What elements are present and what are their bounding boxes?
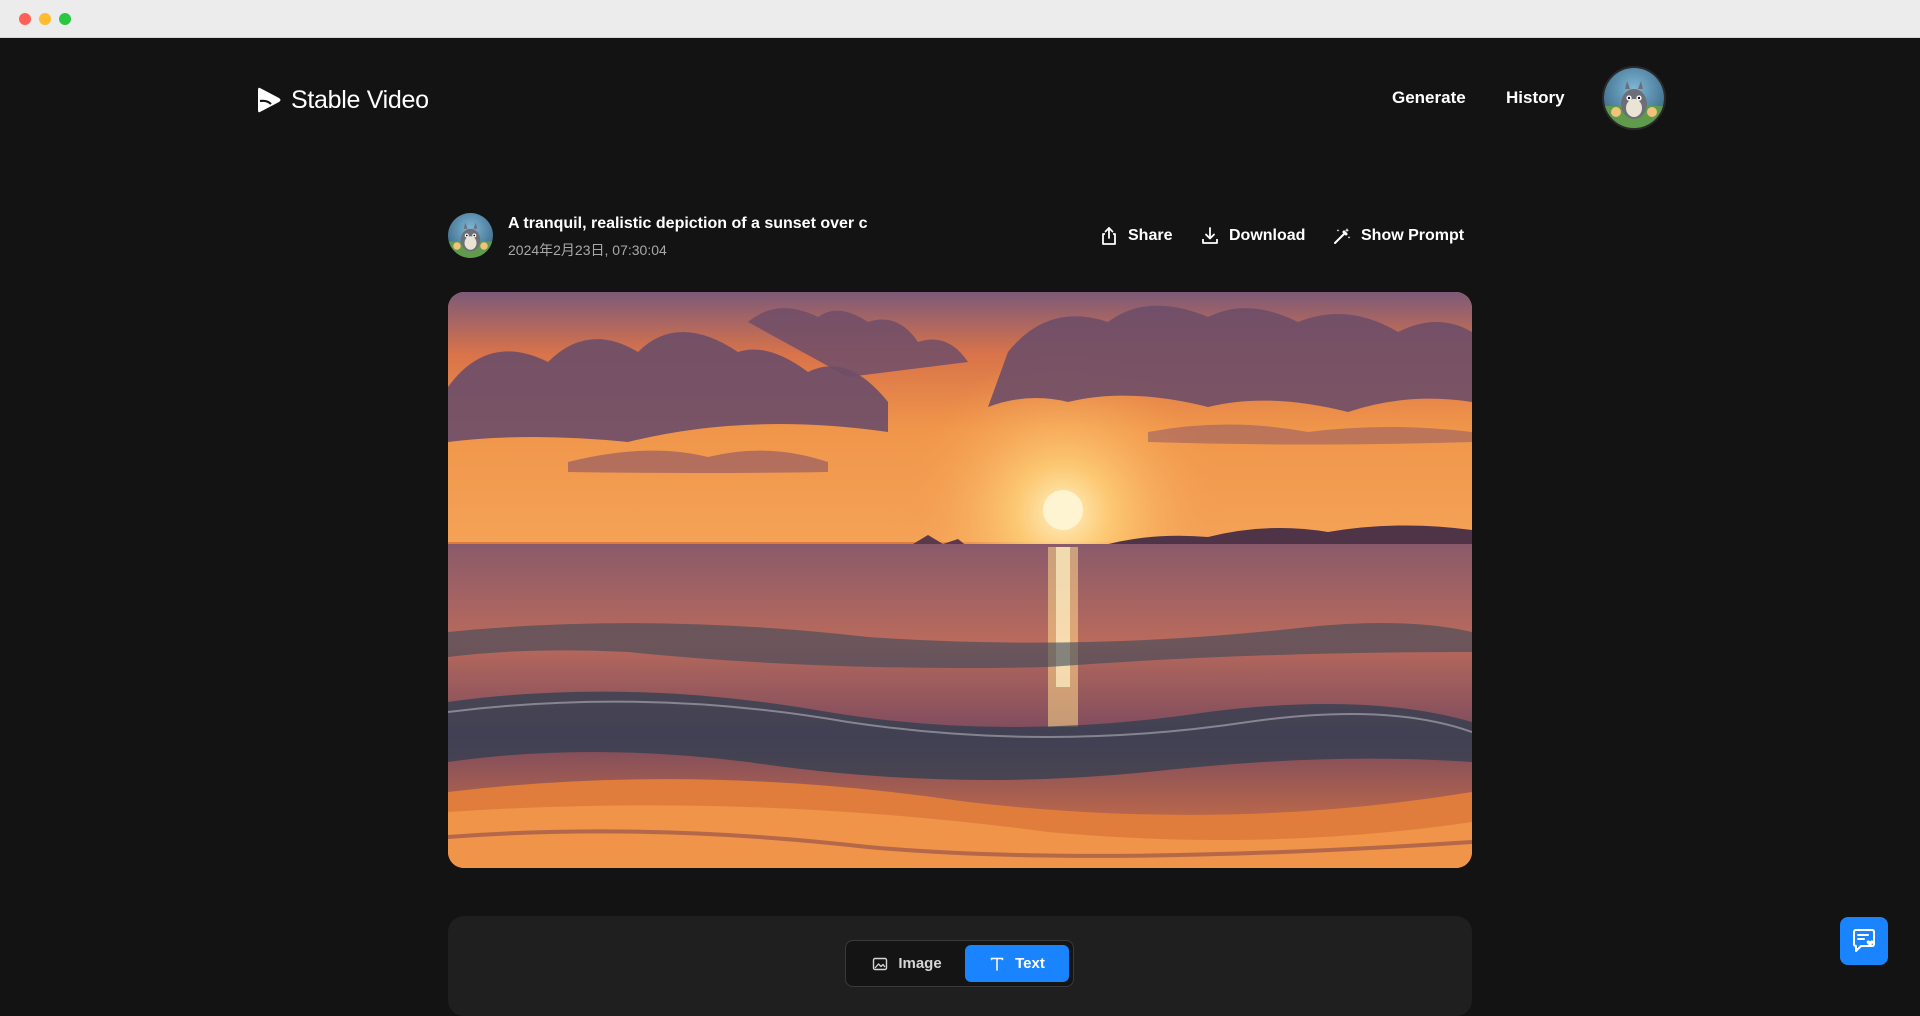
brand-name: Stable Video (291, 85, 429, 114)
download-icon (1202, 227, 1218, 244)
mode-image-label: Image (898, 955, 942, 972)
avatar-illustration-icon (1604, 81, 1664, 128)
sunset-over-ocean-image (448, 292, 1472, 868)
close-window-button[interactable] (19, 13, 31, 25)
video-title: A tranquil, realistic depiction of a sun… (508, 215, 868, 232)
show-prompt-button[interactable]: Show Prompt (1332, 225, 1464, 247)
stable-video-logo-icon (258, 87, 281, 113)
author-avatar[interactable] (448, 213, 493, 258)
share-icon (1102, 227, 1116, 245)
window-titlebar (0, 0, 1920, 38)
nav-history[interactable]: History (1506, 88, 1565, 108)
brand-logo[interactable]: Stable Video (257, 84, 429, 116)
mode-text-button[interactable]: Text (965, 945, 1069, 982)
user-avatar[interactable] (1604, 68, 1664, 128)
download-button[interactable]: Download (1200, 225, 1305, 247)
feedback-chat-icon (1853, 929, 1875, 952)
feedback-button[interactable] (1840, 917, 1888, 965)
video-player[interactable] (448, 292, 1472, 868)
image-icon (873, 957, 888, 970)
share-button[interactable]: Share (1099, 225, 1172, 247)
author-avatar-illustration-icon (448, 222, 493, 258)
download-label: Download (1229, 227, 1306, 244)
nav-generate[interactable]: Generate (1392, 88, 1466, 108)
text-icon (990, 957, 1004, 971)
share-label: Share (1128, 227, 1173, 244)
show-prompt-label: Show Prompt (1361, 227, 1465, 244)
maximize-window-button[interactable] (59, 13, 71, 25)
magic-wand-icon (1334, 228, 1351, 244)
video-date: 2024年2月23日, 07:30:04 (508, 242, 667, 258)
mode-text-label: Text (1015, 955, 1045, 972)
minimize-window-button[interactable] (39, 13, 51, 25)
mode-image-button[interactable]: Image (851, 945, 963, 982)
mode-toggle: Image Text (845, 940, 1074, 987)
